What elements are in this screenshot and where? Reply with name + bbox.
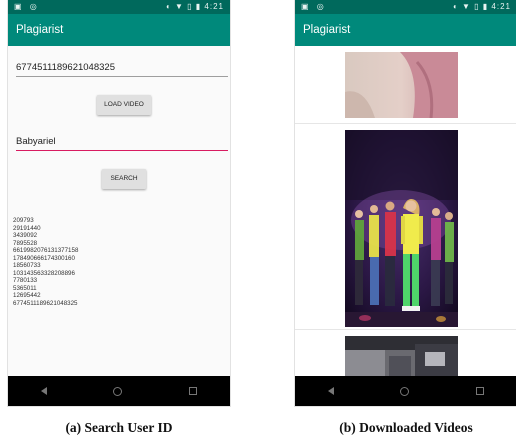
status-bar: ▣ ◎ ◐ ▼ ▯ ▮ 4:21 — [8, 0, 230, 14]
result-item: 7895528 — [13, 239, 38, 247]
result-item: 178490666174300160 — [13, 254, 75, 262]
search-content: 6774511189621048325 LOAD VIDEO Babyariel… — [8, 46, 230, 376]
result-item: 29191440 — [13, 224, 41, 232]
video-thumbnail — [345, 336, 458, 376]
video-item[interactable] — [295, 124, 516, 330]
navigation-bar — [295, 376, 516, 406]
phone-screen-search: ▣ ◎ ◐ ▼ ▯ ▮ 4:21 Plagiarist 677451118962… — [8, 0, 230, 406]
result-item: 18560733 — [13, 262, 41, 269]
video-thumbnail — [345, 130, 458, 327]
video-item[interactable] — [295, 330, 516, 377]
system-icons: ◐ ▼ ▯ ▮ — [452, 2, 489, 11]
clock: 4:21 — [204, 2, 224, 11]
status-icons: ◐ ▼ ▯ ▮ 4:21 — [453, 2, 511, 11]
recent-apps-icon[interactable] — [475, 387, 484, 395]
result-item: 12695442 — [13, 292, 41, 299]
result-item: 3439092 — [13, 232, 38, 239]
home-icon[interactable] — [113, 386, 123, 396]
video-id-field[interactable]: 6774511189621048325 — [16, 62, 228, 77]
navigation-bar — [8, 376, 230, 406]
clock: 4:21 — [491, 2, 511, 11]
status-icons: ◐ ▼ ▯ ▮ 4:21 — [166, 2, 224, 11]
username-field[interactable]: Babyariel — [16, 136, 228, 151]
video-list — [295, 46, 516, 377]
app-bar: Plagiarist — [8, 14, 230, 46]
result-list: 209793 29191440 3439092 7895528 66199820… — [13, 217, 78, 307]
app-title: Plagiarist — [16, 24, 64, 36]
notification-icons: ▣ ◎ — [14, 2, 40, 11]
back-icon[interactable] — [328, 387, 335, 395]
recent-apps-icon[interactable] — [188, 387, 197, 395]
app-title: Plagiarist — [303, 24, 351, 36]
status-bar: ▣ ◎ ◐ ▼ ▯ ▮ 4:21 — [295, 0, 516, 14]
home-icon[interactable] — [400, 386, 410, 396]
system-icons: ◐ ▼ ▯ ▮ — [165, 2, 202, 11]
app-bar: Plagiarist — [295, 14, 516, 46]
result-item: 6619982076131377158 — [13, 247, 79, 254]
caption-downloaded-videos: (b) Downloaded Videos — [339, 420, 473, 435]
back-icon[interactable] — [41, 387, 48, 395]
search-button[interactable]: SEARCH — [102, 169, 146, 189]
load-video-button[interactable]: LOAD VIDEO — [97, 95, 151, 115]
video-thumbnail — [345, 52, 458, 118]
result-item: 5365011 — [13, 284, 37, 292]
result-item: 7780133 — [13, 277, 38, 284]
notification-icons: ▣ ◎ — [301, 2, 327, 11]
video-item[interactable] — [295, 46, 516, 124]
caption-search-user-id: (a) Search User ID — [65, 420, 173, 435]
result-item: 103143563328208896 — [13, 269, 75, 277]
phone-screen-videos: ▣ ◎ ◐ ▼ ▯ ▮ 4:21 Plagiarist — [295, 0, 516, 406]
result-item: 6774511189621048325 — [13, 299, 78, 307]
result-item: 209793 — [13, 217, 34, 224]
